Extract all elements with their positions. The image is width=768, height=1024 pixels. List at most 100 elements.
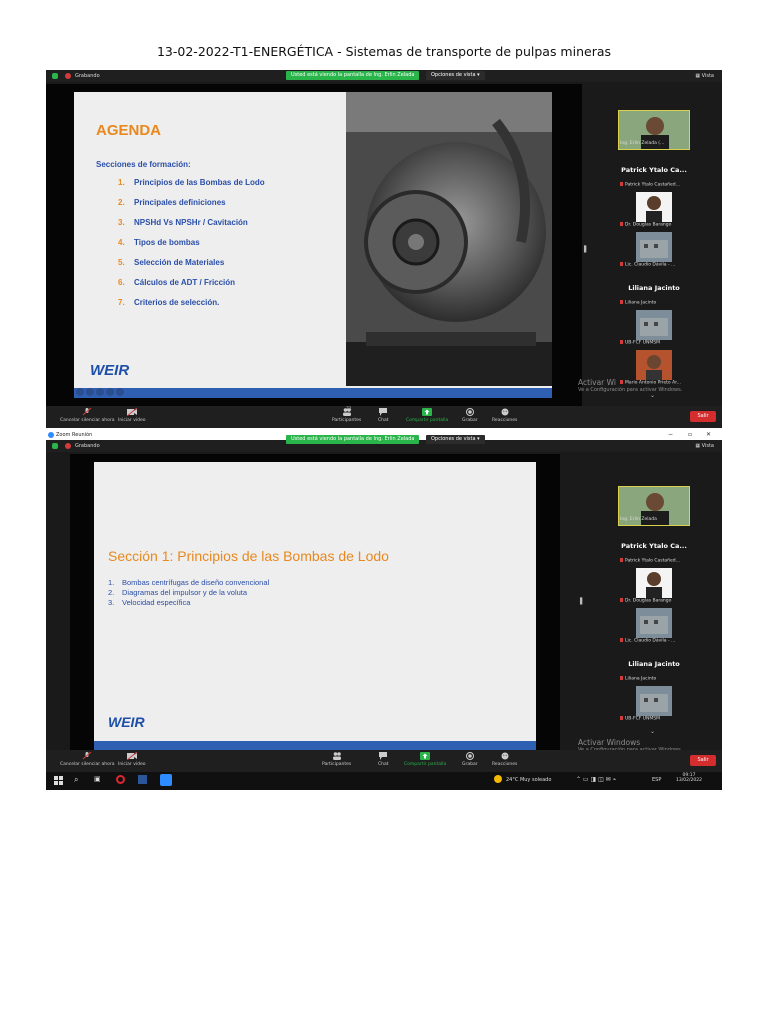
pen-icon[interactable] bbox=[86, 388, 94, 396]
record-button[interactable]: Grabar bbox=[462, 408, 478, 423]
view-button[interactable]: ▦ Vista bbox=[695, 443, 714, 449]
mic-muted-icon bbox=[620, 676, 623, 680]
participant-name: Lic. Claudio Dávila - ... bbox=[625, 262, 676, 268]
microphone-muted-icon bbox=[82, 408, 92, 416]
chat-icon bbox=[379, 752, 388, 760]
share-screen-button[interactable]: Compartir pantalla bbox=[404, 752, 446, 767]
list-item: 3. NPSHd Vs NPSHr / Cavitación bbox=[118, 218, 248, 227]
record-button[interactable]: Grabar bbox=[462, 752, 478, 767]
pump-image bbox=[346, 92, 552, 386]
agenda-list: 1. Principios de las Bombas de Lodo 2. Pri… bbox=[118, 178, 265, 318]
reactions-button[interactable]: Reacciones bbox=[492, 752, 517, 767]
slide-subtitle: Secciones de formación: bbox=[96, 160, 191, 169]
search-icon[interactable]: ⌕ bbox=[74, 775, 78, 785]
leave-button[interactable]: Salir bbox=[690, 411, 716, 422]
minimize-icon[interactable]: − bbox=[668, 431, 673, 438]
list-item: 2. Diagramas del impulsor y de la voluta bbox=[108, 588, 248, 597]
mic-muted-icon bbox=[620, 598, 623, 602]
participant-photo bbox=[636, 192, 672, 222]
participant-name: UB-FCF UNMSM bbox=[625, 716, 661, 722]
viewing-notice: Usted está viendo la pantalla de Ing. Er… bbox=[286, 435, 420, 444]
splitter-handle[interactable]: ▌ bbox=[580, 598, 585, 605]
zoom-top-bar: Grabando Usted está viendo la pantalla d… bbox=[46, 435, 722, 452]
splitter-handle[interactable]: ▌ bbox=[584, 246, 589, 253]
system-tray-icons[interactable]: ⌃ ▭ ◨ ◫ ✉ ⌁ bbox=[576, 776, 616, 783]
slide-footer-bar bbox=[74, 388, 552, 398]
slide-title: Sección 1: Principios de las Bombas de L… bbox=[108, 548, 389, 564]
document-title: 13-02-2022-T1-ENERGÉTICA - Sistemas de t… bbox=[156, 44, 612, 59]
participant-name: Patrick Ytalo Castañed... bbox=[625, 558, 680, 564]
security-shield-icon[interactable] bbox=[52, 443, 58, 449]
zoom-taskbar-icon[interactable] bbox=[160, 774, 172, 786]
windows-start-icon[interactable] bbox=[54, 776, 63, 785]
list-item: 4. Tipos de bombas bbox=[118, 238, 200, 247]
menu-icon[interactable] bbox=[106, 388, 114, 396]
unmute-button[interactable]: Cancelar silenciar ahora bbox=[60, 752, 114, 767]
view-button[interactable]: ▦ Vista bbox=[695, 73, 714, 79]
participants-gallery: Ing. Erlin Zelada (... Patrick Ytalo Ca.… bbox=[618, 110, 690, 400]
opera-browser-icon[interactable] bbox=[116, 775, 125, 784]
weather-status[interactable]: 24°C Muy soleado bbox=[506, 777, 551, 783]
slide-agenda: AGENDA Secciones de formación: 1. Princip… bbox=[74, 92, 552, 398]
input-language[interactable]: ESP bbox=[652, 777, 661, 783]
participant-photo bbox=[636, 686, 672, 716]
start-video-button[interactable]: Iniciar video bbox=[118, 408, 145, 423]
list-item: 1. Bombas centrífugas de diseño convencio… bbox=[108, 578, 270, 587]
leave-button[interactable]: Salir bbox=[690, 755, 716, 766]
record-icon bbox=[465, 408, 474, 416]
video-off-icon bbox=[126, 408, 137, 416]
mic-muted-icon bbox=[620, 558, 623, 562]
security-shield-icon[interactable] bbox=[52, 73, 58, 79]
maximize-icon[interactable]: ▫ bbox=[688, 431, 692, 438]
reactions-icon bbox=[501, 752, 509, 760]
view-options-button[interactable]: Opciones de vista ▾ bbox=[426, 435, 485, 444]
participants-icon bbox=[332, 752, 341, 760]
participant-name: Dr. Douglas Barango bbox=[625, 222, 672, 228]
chat-button[interactable]: Chat bbox=[378, 752, 389, 767]
windows-activation-watermark: Activar Wi Ve a Configuración para activ… bbox=[578, 378, 683, 393]
windows-taskbar: ⌕ ▣ 24°C Muy soleado ⌃ ▭ ◨ ◫ ✉ ⌁ ESP 09:… bbox=[46, 772, 722, 790]
zoom-app-icon bbox=[48, 432, 54, 438]
zoom-icon[interactable] bbox=[96, 388, 104, 396]
participant-name: Lic. Claudio Dávila - ... bbox=[625, 638, 676, 644]
task-view-icon[interactable]: ▣ bbox=[94, 775, 101, 783]
weir-logo: WEIR bbox=[90, 362, 130, 379]
participant-photo bbox=[636, 310, 672, 340]
shared-screen-area: Sección 1: Principios de las Bombas de L… bbox=[70, 454, 560, 752]
view-options-button[interactable]: Opciones de vista ▾ bbox=[426, 71, 485, 80]
unmute-button[interactable]: Cancelar silenciar ahora bbox=[60, 408, 114, 423]
mic-muted-icon bbox=[620, 716, 623, 720]
previous-slide-icon[interactable] bbox=[76, 388, 84, 396]
video-off-icon bbox=[126, 752, 137, 760]
weir-logo: WEIR bbox=[108, 714, 145, 730]
participant-display-name: Patrick Ytalo Ca... bbox=[621, 542, 687, 550]
slide-section-1: Sección 1: Principios de las Bombas de L… bbox=[94, 462, 536, 750]
slide-navigation-controls[interactable] bbox=[76, 388, 124, 396]
mic-muted-icon bbox=[620, 222, 623, 226]
taskbar-clock[interactable]: 09:17 13/02/2022 bbox=[676, 773, 702, 783]
slide-footer-bar bbox=[94, 741, 536, 750]
next-slide-icon[interactable] bbox=[116, 388, 124, 396]
list-item: 6. Cálculos de ADT / Fricción bbox=[118, 278, 236, 287]
chat-button[interactable]: Chat bbox=[378, 408, 389, 423]
participants-button[interactable]: Participantes bbox=[322, 752, 351, 767]
close-icon[interactable]: ✕ bbox=[706, 431, 711, 438]
participant-display-name: Patrick Ytalo Ca... bbox=[621, 166, 687, 174]
meeting-toolbar: Cancelar silenciar ahora Iniciar video P… bbox=[46, 750, 722, 772]
start-video-button[interactable]: Iniciar video bbox=[118, 752, 145, 767]
reactions-button[interactable]: Reacciones bbox=[492, 408, 517, 423]
participants-gallery: Ing. Erlin Zelada Patrick Ytalo Ca... Pa… bbox=[618, 486, 690, 746]
zoom-top-bar: Grabando Usted está viendo la pantalla d… bbox=[46, 70, 722, 82]
word-app-icon[interactable] bbox=[138, 775, 147, 784]
list-item: 1. Principios de las Bombas de Lodo bbox=[118, 178, 265, 187]
participant-photo bbox=[636, 608, 672, 638]
share-screen-button[interactable]: Compartir pantalla bbox=[406, 408, 448, 423]
recording-icon bbox=[65, 443, 71, 449]
mic-muted-icon bbox=[620, 638, 623, 642]
pump-photo bbox=[346, 92, 552, 386]
gallery-scroll-down-icon[interactable]: ⌄ bbox=[650, 392, 655, 399]
share-screen-icon bbox=[422, 408, 433, 416]
window-title: Zoom Reunión bbox=[56, 432, 93, 438]
gallery-scroll-down-icon[interactable]: ⌄ bbox=[650, 728, 655, 735]
recording-label: Grabando bbox=[75, 73, 100, 79]
